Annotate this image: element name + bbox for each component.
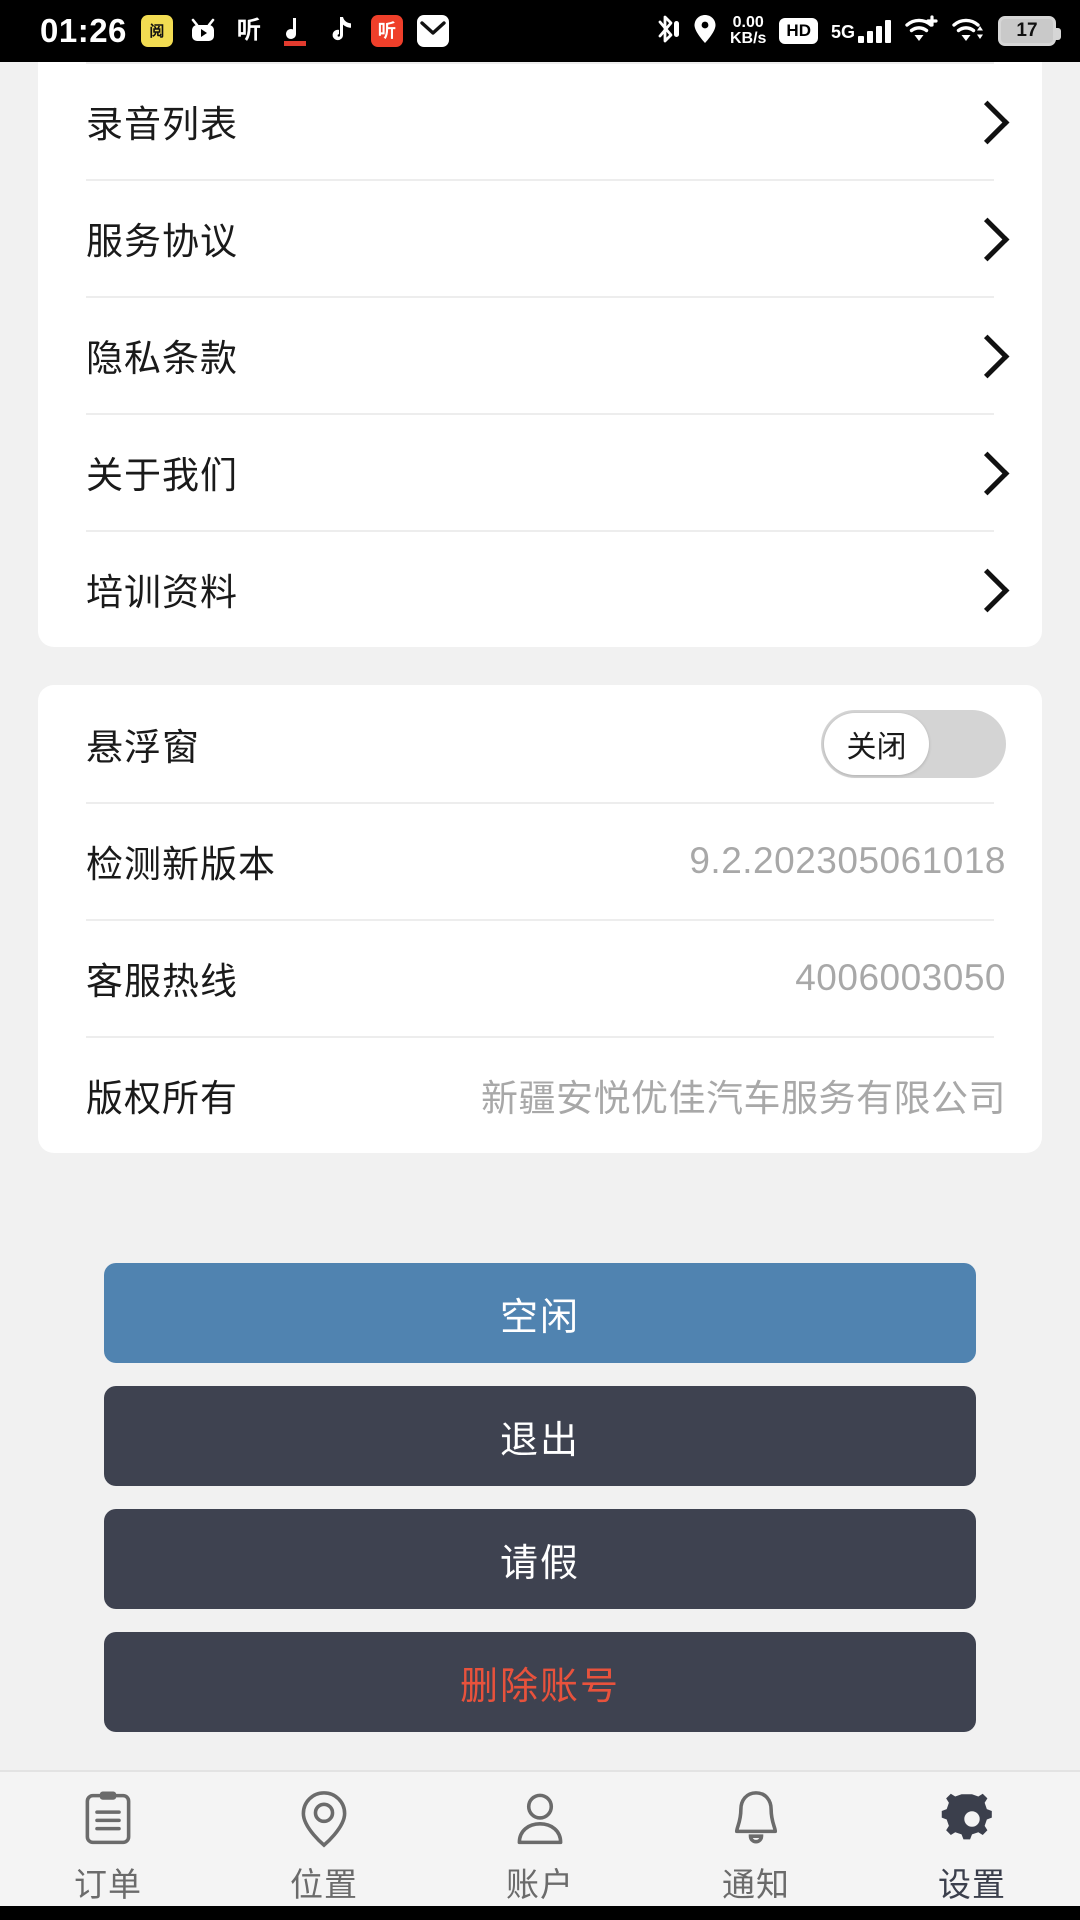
xiaohongshu-music-icon bbox=[279, 15, 311, 47]
news-app-icon: 阅 bbox=[140, 15, 173, 47]
menu-item-privacy-terms[interactable]: 隐私条款 bbox=[38, 296, 1042, 413]
menu-card: 录音列表 服务协议 隐私条款 关于我们 培训资料 bbox=[38, 62, 1042, 647]
menu-item-label: 培训资料 bbox=[86, 571, 238, 613]
bottom-tab-bar: 订单 位置 账户 通知 设置 bbox=[0, 1770, 1080, 1920]
delete-account-button[interactable]: 删除账号 bbox=[104, 1632, 976, 1732]
menu-item-label: 录音列表 bbox=[86, 103, 238, 145]
floating-window-row[interactable]: 悬浮窗 关闭 bbox=[38, 685, 1042, 802]
status-bar-clock: 01:26 bbox=[40, 12, 127, 49]
action-button-group: 空闲 退出 请假 删除账号 bbox=[104, 1263, 976, 1732]
tab-notifications[interactable]: 通知 bbox=[648, 1786, 864, 1906]
user-icon bbox=[507, 1786, 573, 1852]
tab-label: 位置 bbox=[290, 1866, 358, 1903]
tiktok-app-icon bbox=[325, 15, 357, 47]
tab-account[interactable]: 账户 bbox=[432, 1786, 648, 1906]
wifi-plus-icon bbox=[904, 14, 938, 48]
menu-item-label: 服务协议 bbox=[86, 220, 238, 262]
tab-label: 账户 bbox=[506, 1866, 574, 1903]
check-version-row[interactable]: 检测新版本 9.2.202305061018 bbox=[38, 802, 1042, 919]
tab-settings[interactable]: 设置 bbox=[864, 1786, 1080, 1906]
menu-item-about-us[interactable]: 关于我们 bbox=[38, 413, 1042, 530]
ting-app-icon: 听 bbox=[370, 15, 403, 47]
bell-icon bbox=[723, 1786, 789, 1852]
tab-label: 订单 bbox=[74, 1866, 142, 1903]
battery-indicator: 17 bbox=[998, 16, 1061, 46]
menu-item-service-agreement[interactable]: 服务协议 bbox=[38, 179, 1042, 296]
chevron-right-icon bbox=[964, 217, 1006, 259]
menu-item-label: 隐私条款 bbox=[86, 337, 238, 379]
check-version-label: 检测新版本 bbox=[86, 843, 276, 885]
request-leave-button[interactable]: 请假 bbox=[104, 1509, 976, 1609]
floating-window-toggle[interactable]: 关闭 bbox=[821, 709, 1006, 778]
bluetooth-icon bbox=[654, 13, 680, 50]
cellular-signal-icon: 5G bbox=[831, 19, 891, 43]
check-version-value: 9.2.202305061018 bbox=[689, 839, 1006, 881]
chevron-right-icon bbox=[964, 334, 1006, 376]
tab-orders[interactable]: 订单 bbox=[0, 1786, 216, 1906]
mail-app-icon bbox=[416, 15, 449, 47]
clipboard-icon bbox=[75, 1786, 141, 1852]
bottom-bezel bbox=[0, 1906, 1080, 1920]
menu-item-recording-list[interactable]: 录音列表 bbox=[38, 62, 1042, 179]
chevron-right-icon bbox=[964, 100, 1006, 142]
copyright-value: 新疆安悦优佳汽车服务有限公司 bbox=[481, 1077, 1006, 1119]
tab-label: 设置 bbox=[938, 1866, 1006, 1903]
toggle-thumb: 关闭 bbox=[824, 712, 929, 775]
hd-voice-icon: HD bbox=[779, 18, 818, 44]
status-bar: 01:26 阅 听 听 0.00 KB/s HD 5G 17 bbox=[0, 0, 1080, 62]
phone-screen: 01:26 阅 听 听 0.00 KB/s HD 5G 17 录音列表 服务协议… bbox=[0, 0, 1080, 1920]
status-bar-right: 0.00 KB/s HD 5G 17 bbox=[654, 13, 1061, 50]
idle-status-button[interactable]: 空闲 bbox=[104, 1263, 976, 1363]
location-icon bbox=[693, 14, 717, 49]
tab-label: 通知 bbox=[722, 1866, 790, 1903]
tab-location[interactable]: 位置 bbox=[216, 1786, 432, 1906]
network-speed-indicator: 0.00 KB/s bbox=[729, 13, 767, 47]
hotline-row[interactable]: 客服热线 4006003050 bbox=[38, 919, 1042, 1036]
gear-icon bbox=[939, 1786, 1005, 1852]
hotline-value: 4006003050 bbox=[795, 956, 1006, 998]
listen-app-icon: 听 bbox=[236, 17, 261, 44]
logout-button[interactable]: 退出 bbox=[104, 1386, 976, 1486]
menu-item-training-materials[interactable]: 培训资料 bbox=[38, 530, 1042, 647]
status-bar-left: 01:26 阅 听 听 bbox=[40, 12, 449, 50]
wifi-sync-icon bbox=[951, 15, 985, 48]
hotline-label: 客服热线 bbox=[86, 960, 238, 1002]
chevron-right-icon bbox=[964, 451, 1006, 493]
copyright-label: 版权所有 bbox=[86, 1077, 238, 1119]
settings-scroll-area[interactable]: 录音列表 服务协议 隐私条款 关于我们 培训资料 悬浮窗 关闭 检测新版本 9.… bbox=[0, 62, 1080, 1770]
floating-window-label: 悬浮窗 bbox=[86, 726, 200, 768]
info-card: 悬浮窗 关闭 检测新版本 9.2.202305061018 客服热线 40060… bbox=[38, 685, 1042, 1153]
copyright-row: 版权所有 新疆安悦优佳汽车服务有限公司 bbox=[38, 1036, 1042, 1153]
chevron-right-icon bbox=[964, 568, 1006, 610]
menu-item-label: 关于我们 bbox=[86, 454, 238, 496]
location-pin-icon bbox=[291, 1786, 357, 1852]
bilibili-app-icon bbox=[187, 15, 219, 47]
